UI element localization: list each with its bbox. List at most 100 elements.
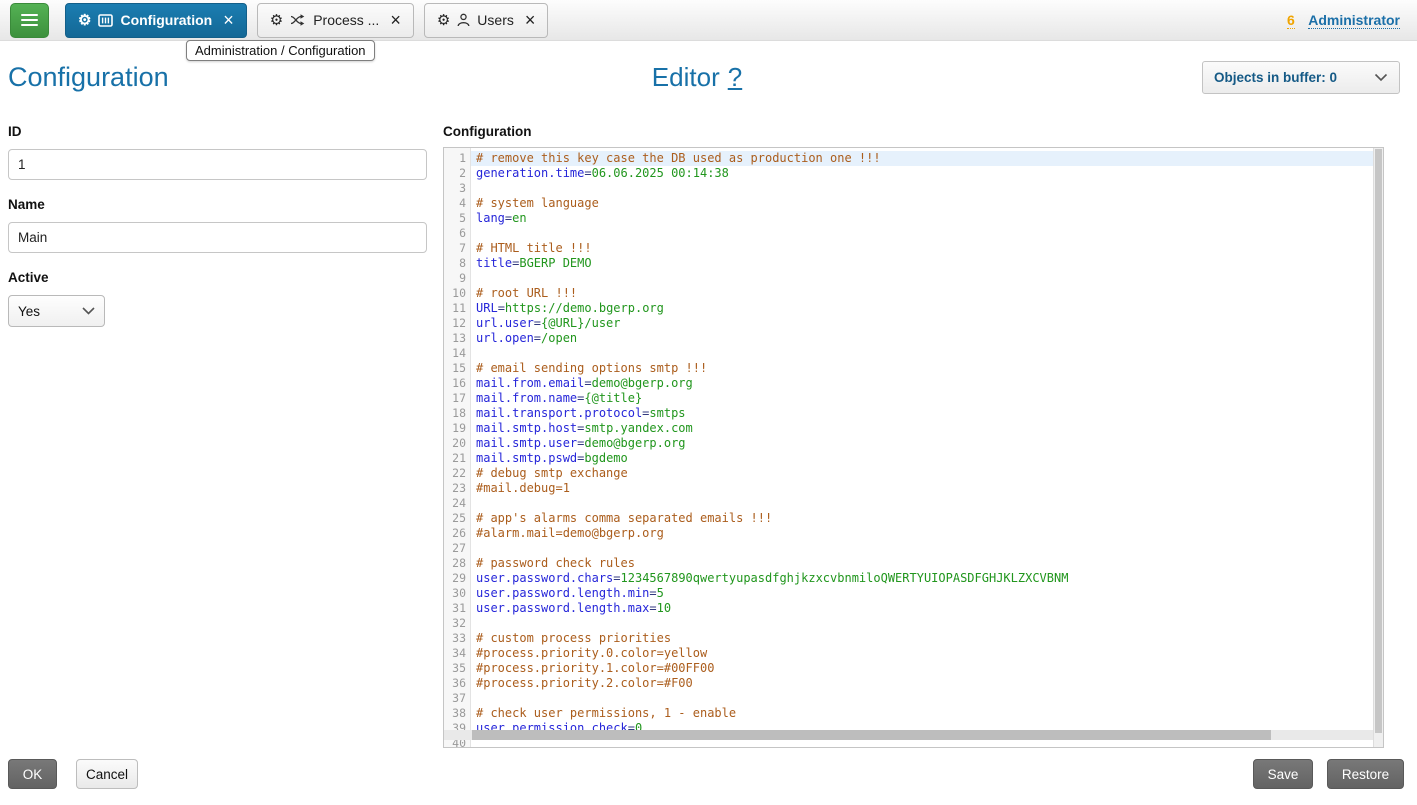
editor-line[interactable]: #process.priority.0.color=yellow: [471, 646, 1383, 661]
main-menu-button[interactable]: [10, 3, 49, 38]
buffer-count-badge[interactable]: 6: [1287, 12, 1295, 29]
line-number: 36: [444, 676, 466, 691]
close-icon[interactable]: ×: [390, 11, 401, 29]
horizontal-scrollbar-thumb[interactable]: [472, 730, 1271, 740]
editor-line[interactable]: mail.smtp.pswd=bgdemo: [471, 451, 1383, 466]
editor-line[interactable]: [471, 181, 1383, 196]
editor-line[interactable]: # debug smtp exchange: [471, 466, 1383, 481]
active-select[interactable]: Yes: [8, 295, 105, 327]
ok-button[interactable]: OK: [8, 759, 57, 789]
line-number: 20: [444, 436, 466, 451]
tab-configuration[interactable]: ⚙︎ Configuration ×: [65, 3, 247, 38]
help-link[interactable]: ?: [728, 62, 742, 92]
save-button[interactable]: Save: [1253, 759, 1313, 789]
editor-line[interactable]: generation.time=06.06.2025 00:14:38: [471, 166, 1383, 181]
editor-line[interactable]: [471, 541, 1383, 556]
editor-code[interactable]: # remove this key case the DB used as pr…: [471, 148, 1383, 747]
editor-line[interactable]: # password check rules: [471, 556, 1383, 571]
editor-line[interactable]: mail.from.email=demo@bgerp.org: [471, 376, 1383, 391]
editor-line[interactable]: # check user permissions, 1 - enable: [471, 706, 1383, 721]
editor-line[interactable]: #process.priority.1.color=#00FF00: [471, 661, 1383, 676]
editor-line[interactable]: # email sending options smtp !!!: [471, 361, 1383, 376]
tab-label: Users: [477, 12, 514, 28]
line-number: 11: [444, 301, 466, 316]
editor-line[interactable]: mail.smtp.user=demo@bgerp.org: [471, 436, 1383, 451]
editor-line[interactable]: url.user={@URL}/user: [471, 316, 1383, 331]
close-icon[interactable]: ×: [223, 11, 234, 29]
config-box-icon: [98, 14, 113, 27]
editor-line[interactable]: [471, 616, 1383, 631]
tab-tooltip: Administration / Configuration: [186, 40, 375, 61]
editor-line[interactable]: lang=en: [471, 211, 1383, 226]
editor-line[interactable]: mail.transport.protocol=smtps: [471, 406, 1383, 421]
chevron-down-icon: [1374, 73, 1388, 82]
editor-line[interactable]: # system language: [471, 196, 1383, 211]
editor-line[interactable]: mail.from.name={@title}: [471, 391, 1383, 406]
name-input[interactable]: [8, 222, 427, 253]
editor-line[interactable]: # root URL !!!: [471, 286, 1383, 301]
editor-title: Editor?: [652, 62, 742, 93]
line-number: 27: [444, 541, 466, 556]
objects-in-buffer-label: Objects in buffer: 0: [1214, 70, 1337, 85]
objects-in-buffer-dropdown[interactable]: Objects in buffer: 0: [1202, 61, 1400, 94]
cancel-button[interactable]: Cancel: [76, 759, 138, 789]
id-input[interactable]: [8, 149, 427, 180]
editor-line[interactable]: [471, 226, 1383, 241]
line-number: 33: [444, 631, 466, 646]
editor-line[interactable]: url.open=/open: [471, 331, 1383, 346]
gear-icon: ⚙︎: [270, 13, 283, 28]
line-number: 34: [444, 646, 466, 661]
chevron-down-icon: [82, 307, 95, 315]
editor-line[interactable]: title=BGERP DEMO: [471, 256, 1383, 271]
editor-line[interactable]: # custom process priorities: [471, 631, 1383, 646]
editor-line[interactable]: mail.smtp.host=smtp.yandex.com: [471, 421, 1383, 436]
editor-line[interactable]: # remove this key case the DB used as pr…: [471, 151, 1383, 166]
line-number: 31: [444, 601, 466, 616]
line-number: 17: [444, 391, 466, 406]
current-user-link[interactable]: Administrator: [1308, 12, 1400, 29]
line-number: 32: [444, 616, 466, 631]
tab-users[interactable]: ⚙︎ Users ×: [424, 3, 549, 38]
line-number: 24: [444, 496, 466, 511]
editor-line[interactable]: # app's alarms comma separated emails !!…: [471, 511, 1383, 526]
line-number: 18: [444, 406, 466, 421]
editor-line[interactable]: [471, 271, 1383, 286]
line-number: 23: [444, 481, 466, 496]
line-number: 21: [444, 451, 466, 466]
line-number: 3: [444, 181, 466, 196]
line-number: 14: [444, 346, 466, 361]
active-label: Active: [8, 270, 427, 286]
vertical-scrollbar[interactable]: [1373, 148, 1383, 747]
editor-line[interactable]: #mail.debug=1: [471, 481, 1383, 496]
editor-line[interactable]: [471, 691, 1383, 706]
editor-line[interactable]: [471, 496, 1383, 511]
id-label: ID: [8, 124, 427, 140]
editor-panel-label: Configuration: [443, 124, 531, 139]
line-number: 19: [444, 421, 466, 436]
editor-line[interactable]: user.password.length.max=10: [471, 601, 1383, 616]
line-number: 22: [444, 466, 466, 481]
tab-process[interactable]: ⚙︎ Process ... ×: [257, 3, 414, 38]
gear-icon: ⚙︎: [78, 13, 91, 28]
line-number: 37: [444, 691, 466, 706]
editor-line[interactable]: URL=https://demo.bgerp.org: [471, 301, 1383, 316]
editor-line[interactable]: user.password.length.min=5: [471, 586, 1383, 601]
editor-gutter: 1234567891011121314151617181920212223242…: [444, 148, 471, 747]
editor-line[interactable]: [471, 346, 1383, 361]
horizontal-scrollbar[interactable]: [444, 730, 1373, 740]
line-number: 26: [444, 526, 466, 541]
editor-line[interactable]: #process.priority.2.color=#F00: [471, 676, 1383, 691]
line-number: 12: [444, 316, 466, 331]
user-icon: [457, 13, 470, 27]
page-title: Configuration: [8, 62, 169, 93]
vertical-scrollbar-thumb[interactable]: [1375, 149, 1382, 733]
restore-button[interactable]: Restore: [1327, 759, 1404, 789]
config-editor[interactable]: 1234567891011121314151617181920212223242…: [443, 147, 1384, 748]
gear-icon: ⚙︎: [437, 13, 450, 28]
editor-line[interactable]: #alarm.mail=demo@bgerp.org: [471, 526, 1383, 541]
line-number: 29: [444, 571, 466, 586]
line-number: 10: [444, 286, 466, 301]
close-icon[interactable]: ×: [525, 11, 536, 29]
editor-line[interactable]: # HTML title !!!: [471, 241, 1383, 256]
editor-line[interactable]: user.password.chars=1234567890qwertyupas…: [471, 571, 1383, 586]
